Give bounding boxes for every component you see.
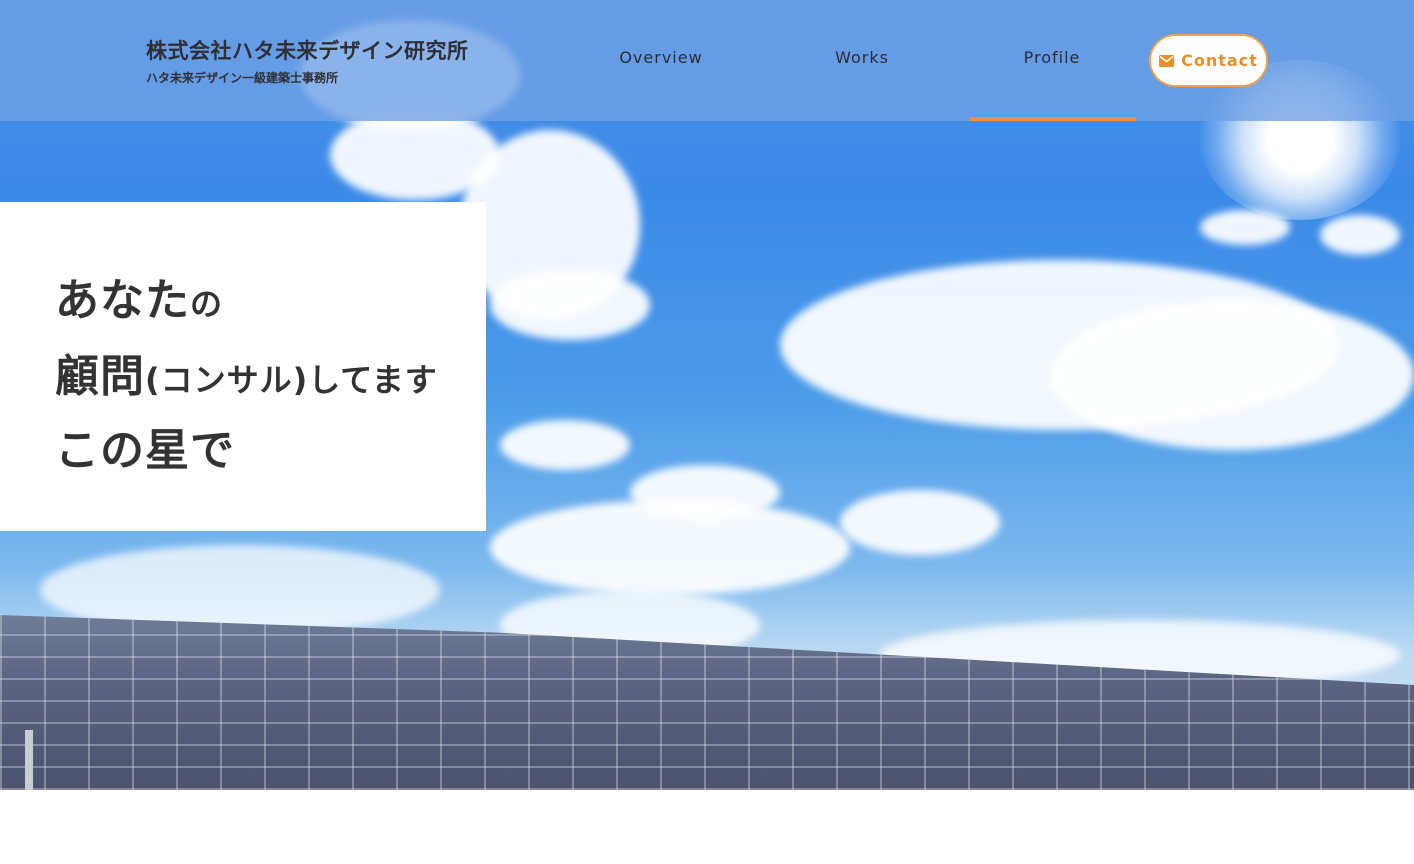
hero-line-1-main: あなた: [55, 275, 190, 326]
site-header: 株式会社ハタ未来デザイン研究所 ハタ未来デザイン一級建築士事務所 Overvie…: [0, 0, 1414, 121]
panel-post: [25, 730, 33, 790]
contact-label: Contact: [1181, 51, 1258, 70]
hero-line-1-suffix: の: [190, 285, 224, 323]
nav-active-indicator: [970, 117, 1136, 121]
hero-line-2: 顧問(コンサル)してます: [55, 340, 438, 404]
nav-link-profile[interactable]: Profile: [990, 48, 1114, 67]
hero-line-1: あなたの: [55, 264, 223, 328]
company-name: 株式会社ハタ未来デザイン研究所: [146, 39, 469, 63]
hero-line-2-main: 顧問: [55, 351, 145, 402]
hero-copy-box: あなたの 顧問(コンサル)してます この星で: [0, 202, 486, 531]
brand[interactable]: 株式会社ハタ未来デザイン研究所 ハタ未来デザイン一級建築士事務所: [146, 35, 469, 86]
nav-link-overview[interactable]: Overview: [600, 48, 722, 67]
nav-link-works[interactable]: Works: [800, 48, 924, 67]
hero-line-2-suffix: (コンサル)してます: [145, 361, 438, 399]
company-subtitle: ハタ未来デザイン一級建築士事務所: [146, 71, 339, 85]
hero-line-3: この星で: [55, 414, 235, 478]
hero-line-3-main: この星で: [55, 425, 235, 476]
mail-icon: [1159, 54, 1175, 67]
contact-button[interactable]: Contact: [1149, 34, 1268, 87]
